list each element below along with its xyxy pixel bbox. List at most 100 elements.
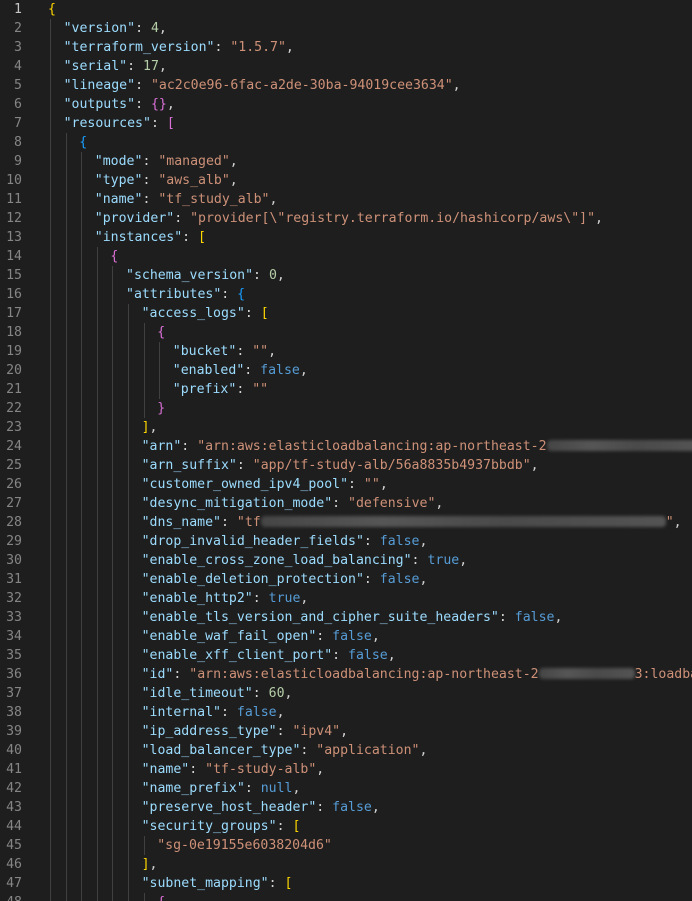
indent-guide xyxy=(96,456,98,475)
code-line[interactable]: 22} xyxy=(0,399,692,418)
code-line[interactable]: 20 "enabled": false, xyxy=(0,361,692,380)
code-line[interactable]: 13 "instances": [ xyxy=(0,228,692,247)
indent-guide xyxy=(81,551,83,570)
token-punctuation: , xyxy=(229,154,238,169)
token-key: "ip_address_type" xyxy=(141,724,277,739)
code-line[interactable]: 34 "enable_waf_fail_open": false, xyxy=(0,627,692,646)
token-punctuation: , xyxy=(292,781,301,796)
code-line[interactable]: 43 "preserve_host_header": false, xyxy=(0,798,692,817)
code-line[interactable]: 8{ xyxy=(0,133,692,152)
code-line[interactable]: 10 "type": "aws_alb", xyxy=(0,171,692,190)
code-editor[interactable]: 1{2 "version": 4, 3 "terraform_version": "1… xyxy=(0,0,692,901)
line-number: 43 xyxy=(6,800,22,815)
token-string: "provider[\"registry.terraform.io/hashic… xyxy=(190,211,596,226)
code-line[interactable]: 37 "idle_timeout": 60, xyxy=(0,684,692,703)
code-line[interactable]: 12 "provider": "provider[\"registry.terra… xyxy=(0,209,692,228)
code-line[interactable]: 39 "ip_address_type": "ipv4", xyxy=(0,722,692,741)
indent-guide xyxy=(81,475,83,494)
code-line[interactable]: 11 "name": "tf_study_alb", xyxy=(0,190,692,209)
indent-guide xyxy=(112,418,114,437)
token-string: "arn:aws:elasticloadbalancing:ap-northea… xyxy=(189,667,539,682)
indent-guide xyxy=(112,456,114,475)
line-number: 2 xyxy=(14,21,22,36)
code-line[interactable]: 40 "load_balancer_type": "application", xyxy=(0,741,692,760)
code-line[interactable]: 3 "terraform_version": "1.5.7", xyxy=(0,38,692,57)
token-number: 60 xyxy=(268,686,285,701)
code-line[interactable]: 23], xyxy=(0,418,692,437)
line-code: "attributes": { xyxy=(126,285,245,304)
code-line[interactable]: 1{ xyxy=(0,0,692,19)
line-code: "enable_tls_version_and_cipher_suite_hea… xyxy=(142,608,563,627)
code-line[interactable]: 29 "drop_invalid_header_fields": false, xyxy=(0,532,692,551)
indent-guide xyxy=(81,722,83,741)
code-line[interactable]: 18 { xyxy=(0,323,692,342)
code-line[interactable]: 21 "prefix": "" xyxy=(0,380,692,399)
indent-guide xyxy=(65,760,67,779)
code-line[interactable]: 6 "outputs": {}, xyxy=(0,95,692,114)
code-line[interactable]: 41 "name": "tf-study-alb", xyxy=(0,760,692,779)
indent-guide xyxy=(50,171,51,190)
code-line[interactable]: 2 "version": 4, xyxy=(0,19,692,38)
code-line[interactable]: 36 "id": "arn:aws:elasticloadbalancing:ap… xyxy=(0,665,692,684)
code-line[interactable]: 24 "arn": "arn:aws:elasticloadbalancing:a… xyxy=(0,437,692,456)
code-line[interactable]: 5 "lineage": "ac2c0e96-6fac-a2de-30ba-940… xyxy=(0,76,692,95)
indent-guide xyxy=(128,684,129,703)
code-line[interactable]: 47 "subnet_mapping": [ xyxy=(0,874,692,893)
line-code: "ip_address_type": "ipv4", xyxy=(142,722,348,741)
token-string: 3:loadbal xyxy=(634,667,692,682)
line-number: 44 xyxy=(6,819,22,834)
code-line[interactable]: 35 "enable_xff_client_port": false, xyxy=(0,646,692,665)
editor-lines[interactable]: 1{2 "version": 4, 3 "terraform_version": "1… xyxy=(0,0,692,901)
line-code: ], xyxy=(142,418,158,437)
indent-guide xyxy=(128,513,129,532)
code-line[interactable]: 33 "enable_tls_version_and_cipher_suite_h… xyxy=(0,608,692,627)
code-line[interactable]: 31 "enable_deletion_protection": false, xyxy=(0,570,692,589)
line-code: { xyxy=(79,133,87,152)
indent-guide xyxy=(96,247,98,266)
token-punctuation: , xyxy=(268,344,277,359)
indent-guide xyxy=(81,589,83,608)
code-line[interactable]: 19 "bucket": "", xyxy=(0,342,692,361)
code-line[interactable]: 42 "name_prefix": null, xyxy=(0,779,692,798)
code-line[interactable]: 32 "enable_http2": true, xyxy=(0,589,692,608)
indent-guide xyxy=(65,456,67,475)
indent-guide xyxy=(50,133,51,152)
code-line[interactable]: 25 "arn_suffix": "app/tf-study-alb/56a883… xyxy=(0,456,692,475)
indent-guide xyxy=(128,532,129,551)
line-number: 8 xyxy=(14,135,22,150)
code-line[interactable]: 28 "dns_name": "tf ", xyxy=(0,513,692,532)
indent-guide xyxy=(96,627,98,646)
indent-guide xyxy=(50,475,51,494)
indent-guide xyxy=(96,399,98,418)
code-line[interactable]: 46], xyxy=(0,855,692,874)
token-key: "arn" xyxy=(141,439,182,454)
code-line[interactable]: 7 "resources": [ xyxy=(0,114,692,133)
token-bracket: ] xyxy=(141,420,150,435)
code-line[interactable]: 15 "schema_version": 0, xyxy=(0,266,692,285)
code-line[interactable]: 26 "customer_owned_ipv4_pool": "", xyxy=(0,475,692,494)
token-key: "idle_timeout" xyxy=(141,686,253,701)
code-line[interactable]: 30 "enable_cross_zone_load_balancing": tr… xyxy=(0,551,692,570)
code-line[interactable]: 9 "mode": "managed", xyxy=(0,152,692,171)
code-line[interactable]: 45 "sg-0e19155e6038204d6" xyxy=(0,836,692,855)
indent-guide xyxy=(128,418,129,437)
code-line[interactable]: 17 "access_logs": [ xyxy=(0,304,692,323)
token-number: 0 xyxy=(268,268,277,283)
line-code: "enable_cross_zone_load_balancing": true… xyxy=(142,551,468,570)
code-line[interactable]: 44 "security_groups": [ xyxy=(0,817,692,836)
code-line[interactable]: 48 { xyxy=(0,893,692,901)
line-code: { xyxy=(110,247,118,266)
code-line[interactable]: 16 "attributes": { xyxy=(0,285,692,304)
token-string: "app/tf-study-alb/56a8835b4937bbdb" xyxy=(252,458,531,473)
token-bracket: [ xyxy=(284,876,293,891)
indent-guide xyxy=(143,893,145,901)
line-code: "mode": "managed", xyxy=(95,152,238,171)
code-line[interactable]: 14 { xyxy=(0,247,692,266)
code-line[interactable]: 4 "serial": 17, xyxy=(0,57,692,76)
indent-guide xyxy=(50,76,51,95)
token-key: "type" xyxy=(94,173,143,188)
indent-guide xyxy=(143,361,145,380)
code-line[interactable]: 38 "internal": false, xyxy=(0,703,692,722)
code-line[interactable]: 27 "desync_mitigation_mode": "defensive", xyxy=(0,494,692,513)
token-punctuation: : xyxy=(276,724,293,739)
